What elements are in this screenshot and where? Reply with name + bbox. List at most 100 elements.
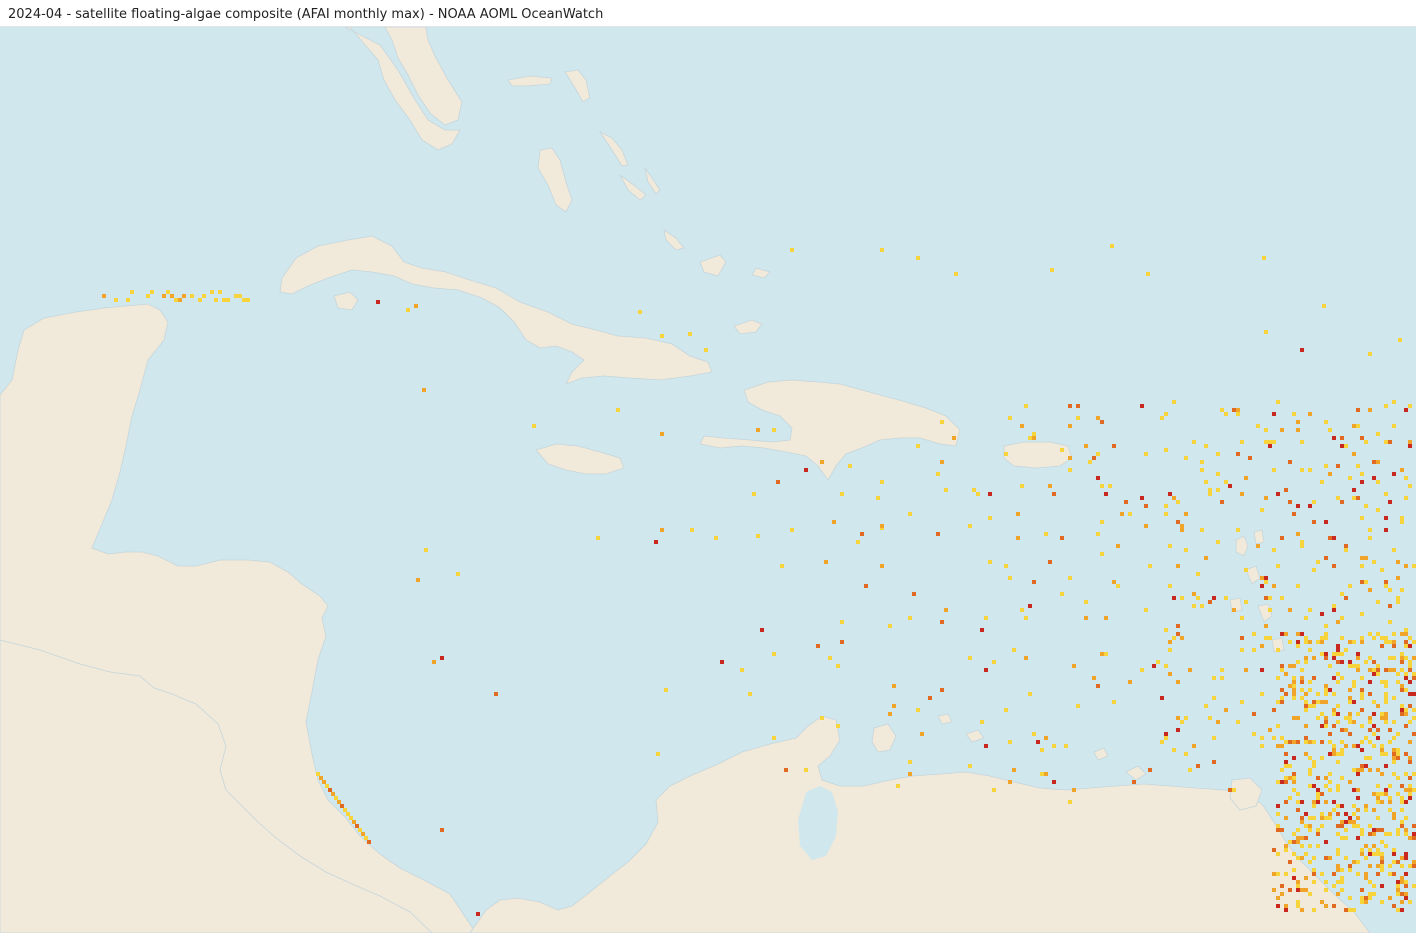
algae-pixel — [860, 532, 864, 536]
algae-pixel — [1184, 548, 1188, 552]
algae-pixel — [1268, 596, 1272, 600]
algae-pixel — [1356, 656, 1360, 660]
algae-pixel — [1312, 704, 1316, 708]
algae-pixel — [1408, 664, 1412, 668]
algae-pixel — [1148, 768, 1152, 772]
algae-pixel — [1388, 864, 1392, 868]
algae-pixel — [1404, 816, 1408, 820]
algae-pixel — [1388, 872, 1392, 876]
algae-pixel — [1400, 876, 1404, 880]
algae-pixel — [1032, 432, 1036, 436]
algae-pixel — [1380, 752, 1384, 756]
algae-pixel — [1236, 452, 1240, 456]
algae-pixel — [1288, 608, 1292, 612]
algae-pixel — [1380, 840, 1384, 844]
algae-pixel — [1400, 824, 1404, 828]
algae-pixel — [1296, 884, 1300, 888]
algae-pixel — [1384, 404, 1388, 408]
algae-pixel — [1368, 864, 1372, 868]
algae-pixel — [1404, 832, 1408, 836]
algae-pixel — [1352, 424, 1356, 428]
algae-pixel — [416, 578, 420, 582]
algae-pixel — [1404, 632, 1408, 636]
algae-pixel — [1392, 860, 1396, 864]
algae-pixel — [1324, 692, 1328, 696]
algae-pixel — [1340, 820, 1344, 824]
algae-pixel — [1272, 584, 1276, 588]
algae-pixel — [1264, 580, 1268, 584]
algae-pixel — [1388, 656, 1392, 660]
algae-pixel — [756, 428, 760, 432]
algae-pixel — [1376, 848, 1380, 852]
algae-pixel — [1398, 338, 1402, 342]
algae-pixel — [1324, 700, 1328, 704]
algae-pixel — [1336, 812, 1340, 816]
algae-pixel — [1020, 424, 1024, 428]
algae-pixel — [1052, 780, 1056, 784]
algae-pixel — [1144, 608, 1148, 612]
algae-pixel — [1280, 892, 1284, 896]
algae-pixel — [1404, 880, 1408, 884]
algae-pixel — [1236, 720, 1240, 724]
algae-pixel — [322, 780, 326, 784]
algae-pixel — [790, 528, 794, 532]
algae-pixel — [1384, 844, 1388, 848]
algae-pixel — [1376, 828, 1380, 832]
algae-pixel — [1296, 420, 1300, 424]
algae-pixel — [1308, 756, 1312, 760]
algae-pixel — [1308, 412, 1312, 416]
algae-pixel — [1104, 652, 1108, 656]
algae-pixel — [1132, 780, 1136, 784]
algae-pixel — [1324, 652, 1328, 656]
algae-pixel — [1144, 504, 1148, 508]
algae-pixel — [1400, 880, 1404, 884]
algae-pixel — [1336, 752, 1340, 756]
algae-pixel — [1252, 648, 1256, 652]
algae-pixel — [1408, 704, 1412, 708]
algae-pixel — [1280, 632, 1284, 636]
algae-pixel — [1396, 828, 1400, 832]
algae-pixel — [1324, 888, 1328, 892]
algae-pixel — [1396, 672, 1400, 676]
algae-pixel — [1388, 808, 1392, 812]
algae-pixel — [1360, 852, 1364, 856]
algae-pixel — [1412, 732, 1416, 736]
algae-pixel — [1076, 416, 1080, 420]
algae-pixel — [880, 524, 884, 528]
algae-pixel — [1348, 688, 1352, 692]
algae-pixel — [1304, 824, 1308, 828]
algae-pixel — [1372, 460, 1376, 464]
algae-pixel — [202, 294, 206, 298]
algae-pixel — [1396, 756, 1400, 760]
algae-pixel — [1176, 716, 1180, 720]
algae-pixel — [1284, 488, 1288, 492]
algae-pixel — [1392, 640, 1396, 644]
algae-pixel — [1404, 628, 1408, 632]
algae-pixel — [1284, 632, 1288, 636]
algae-pixel — [1352, 640, 1356, 644]
algae-pixel — [820, 716, 824, 720]
algae-pixel — [968, 656, 972, 660]
algae-pixel — [1368, 536, 1372, 540]
algae-pixel — [1240, 440, 1244, 444]
algae-pixel — [1292, 776, 1296, 780]
map-canvas[interactable] — [0, 27, 1416, 933]
algae-pixel — [1380, 644, 1384, 648]
algae-pixel — [1352, 768, 1356, 772]
algae-pixel — [1240, 616, 1244, 620]
algae-pixel — [1300, 888, 1304, 892]
algae-pixel — [840, 640, 844, 644]
algae-pixel — [1360, 764, 1364, 768]
algae-pixel — [1224, 480, 1228, 484]
algae-pixel — [1208, 716, 1212, 720]
algae-pixel — [1304, 724, 1308, 728]
algae-pixel — [1384, 696, 1388, 700]
algae-pixel — [1304, 740, 1308, 744]
algae-pixel — [1050, 268, 1054, 272]
algae-pixel — [928, 696, 932, 700]
algae-pixel — [1168, 584, 1172, 588]
algae-pixel — [1268, 728, 1272, 732]
algae-pixel — [1048, 560, 1052, 564]
algae-pixel — [1316, 700, 1320, 704]
algae-pixel — [1140, 404, 1144, 408]
